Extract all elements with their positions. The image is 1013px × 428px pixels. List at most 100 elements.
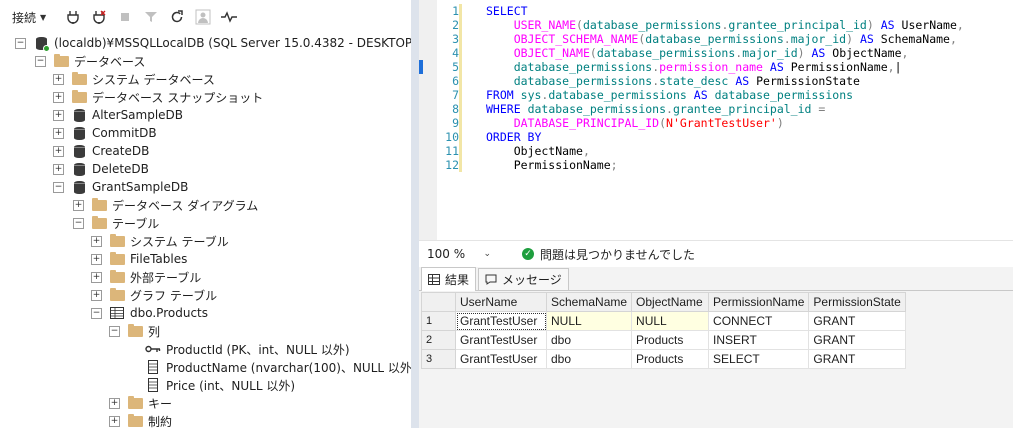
column-header[interactable]: PermissionState — [808, 292, 906, 312]
tree-node[interactable]: + 外部テーブル — [91, 268, 201, 286]
tree-node[interactable]: − 列 — [109, 322, 160, 340]
table-cell[interactable]: Products — [631, 330, 710, 350]
panel-splitter[interactable] — [411, 0, 419, 428]
tree-node[interactable]: − dbo.Products — [91, 304, 208, 322]
table-cell[interactable]: NULL — [545, 311, 633, 331]
tree-node[interactable]: + データベース ダイアグラム — [73, 196, 258, 214]
code-line[interactable]: SELECT — [486, 4, 528, 18]
disconnect-icon[interactable] — [86, 6, 112, 28]
tree-node[interactable]: − (localdb)¥MSSQLLocalDB (SQL Server 15.0… — [15, 34, 411, 52]
tree-node[interactable]: + システム テーブル — [91, 232, 229, 250]
code-line[interactable]: DATABASE_PRINCIPAL_ID(N'GrantTestUser') — [486, 116, 784, 130]
results-grid[interactable]: UserName SchemaName ObjectName Permissio… — [421, 292, 906, 369]
stop-icon[interactable] — [112, 6, 138, 28]
table-cell[interactable]: Products — [631, 349, 710, 369]
code-line[interactable]: database_permissions.state_desc AS Permi… — [486, 74, 860, 88]
table-cell[interactable]: GRANT — [808, 330, 906, 350]
tree-node[interactable]: ProductId (PK、int、NULL 以外) — [145, 340, 350, 358]
filter-icon[interactable] — [138, 6, 164, 28]
query-editor[interactable]: 1 2 3 4 5 6 7 8 9 10 11 12 SELECT USER_NAME(databas… — [419, 0, 1013, 240]
table-cell[interactable]: GrantTestUser — [455, 349, 547, 369]
collapse-icon[interactable]: − — [91, 307, 102, 319]
expand-icon[interactable]: + — [53, 109, 64, 121]
table-cell[interactable]: SELECT — [708, 349, 810, 369]
table-cell[interactable]: GRANT — [808, 349, 906, 369]
connect-dropdown-icon[interactable]: ▼ — [40, 13, 46, 22]
sync-icon[interactable] — [216, 6, 242, 28]
tab-results[interactable]: 結果 — [421, 267, 477, 291]
tree-node[interactable]: + CommitDB — [53, 124, 157, 142]
expand-icon[interactable]: + — [91, 235, 102, 247]
code-line[interactable]: PermissionName; — [486, 158, 618, 172]
code-token: WHERE — [486, 102, 521, 116]
row-header-corner[interactable] — [421, 292, 456, 312]
collapse-icon[interactable]: − — [15, 37, 26, 49]
tree-node[interactable]: + キー — [109, 394, 172, 412]
tree-node[interactable]: + 制約 — [109, 412, 172, 428]
code-line[interactable]: OBJECT_SCHEMA_NAME(database_permissions.… — [486, 32, 957, 46]
expand-icon[interactable]: + — [73, 199, 84, 211]
collapse-icon[interactable]: − — [53, 181, 64, 193]
column-header[interactable]: PermissionName — [708, 292, 810, 312]
table-cell[interactable]: GrantTestUser — [455, 330, 547, 350]
code-token: database_permissions — [645, 32, 784, 46]
expand-icon[interactable]: + — [109, 397, 120, 409]
tree-node[interactable]: + DeleteDB — [53, 160, 149, 178]
table-cell[interactable]: GrantTestUser — [455, 311, 547, 331]
expand-icon[interactable]: + — [53, 163, 64, 175]
table-cell[interactable]: NULL — [631, 311, 710, 331]
tree-node[interactable]: − データベース — [35, 52, 145, 70]
expand-icon[interactable]: + — [53, 145, 64, 157]
tree-node[interactable]: + CreateDB — [53, 142, 149, 160]
expand-icon[interactable]: + — [91, 253, 102, 265]
column-header[interactable]: SchemaName — [545, 292, 633, 312]
code-line[interactable]: ORDER BY — [486, 130, 541, 144]
code-line[interactable]: FROM sys.database_permissions AS databas… — [486, 88, 853, 102]
table-cell[interactable]: dbo — [545, 330, 633, 350]
collapse-icon[interactable]: − — [73, 217, 84, 229]
column-header[interactable]: ObjectName — [631, 292, 710, 312]
table-row[interactable]: 3 GrantTestUser dbo Products SELECT GRANT — [421, 349, 906, 369]
tree-node[interactable]: + システム データベース — [53, 70, 215, 88]
table-cell[interactable]: CONNECT — [708, 311, 810, 331]
tree-node[interactable]: − GrantSampleDB — [53, 178, 188, 196]
expand-icon[interactable]: + — [53, 127, 64, 139]
expand-icon[interactable]: + — [91, 271, 102, 283]
expand-icon[interactable]: + — [53, 91, 64, 103]
code-line[interactable]: ObjectName, — [486, 144, 590, 158]
tree-node[interactable]: + グラフ テーブル — [91, 286, 217, 304]
tab-messages[interactable]: メッセージ — [478, 268, 569, 290]
tree-node[interactable]: + FileTables — [91, 250, 187, 268]
code-line[interactable]: USER_NAME(database_permissions.grantee_p… — [486, 18, 964, 32]
tree-node[interactable]: + AlterSampleDB — [53, 106, 183, 124]
expand-icon[interactable]: + — [53, 73, 64, 85]
table-row[interactable]: 2 GrantTestUser dbo Products INSERT GRANT — [421, 330, 906, 350]
connect-object-explorer-icon[interactable] — [60, 6, 86, 28]
code-line[interactable]: WHERE database_permissions.grantee_princ… — [486, 102, 825, 116]
table-cell[interactable]: dbo — [545, 349, 633, 369]
table-row[interactable]: 1 GrantTestUser NULL NULL CONNECT GRANT — [421, 311, 906, 331]
column-header[interactable]: UserName — [455, 292, 547, 312]
zoom-dropdown[interactable]: 100 % ⌄ — [424, 244, 494, 264]
code-token: AS — [769, 60, 784, 74]
row-number[interactable]: 3 — [421, 349, 456, 369]
expand-icon[interactable]: + — [109, 415, 120, 427]
tree-node[interactable]: − テーブル — [73, 214, 159, 232]
row-number[interactable]: 2 — [421, 330, 456, 350]
tree-node[interactable]: ProductName (nvarchar(100)、NULL 以外) — [145, 358, 411, 376]
tree-node[interactable]: Price (int、NULL 以外) — [145, 376, 295, 394]
code-line[interactable]: database_permissions.permission_name AS … — [486, 60, 902, 74]
expand-icon[interactable]: + — [91, 289, 102, 301]
row-number[interactable]: 1 — [421, 311, 456, 331]
collapse-icon[interactable]: − — [35, 55, 46, 67]
table-cell[interactable]: INSERT — [708, 330, 810, 350]
connect-button[interactable]: 接続 — [12, 9, 36, 26]
refresh-icon[interactable] — [164, 6, 190, 28]
collapse-icon[interactable]: − — [109, 325, 120, 337]
tree-node[interactable]: + データベース スナップショット — [53, 88, 263, 106]
table-cell[interactable]: GRANT — [808, 311, 906, 331]
code-token: grantee_principal_id — [672, 102, 812, 116]
activity-monitor-icon[interactable] — [190, 6, 216, 28]
code-line[interactable]: OBJECT_NAME(database_permissions.major_i… — [486, 46, 909, 60]
